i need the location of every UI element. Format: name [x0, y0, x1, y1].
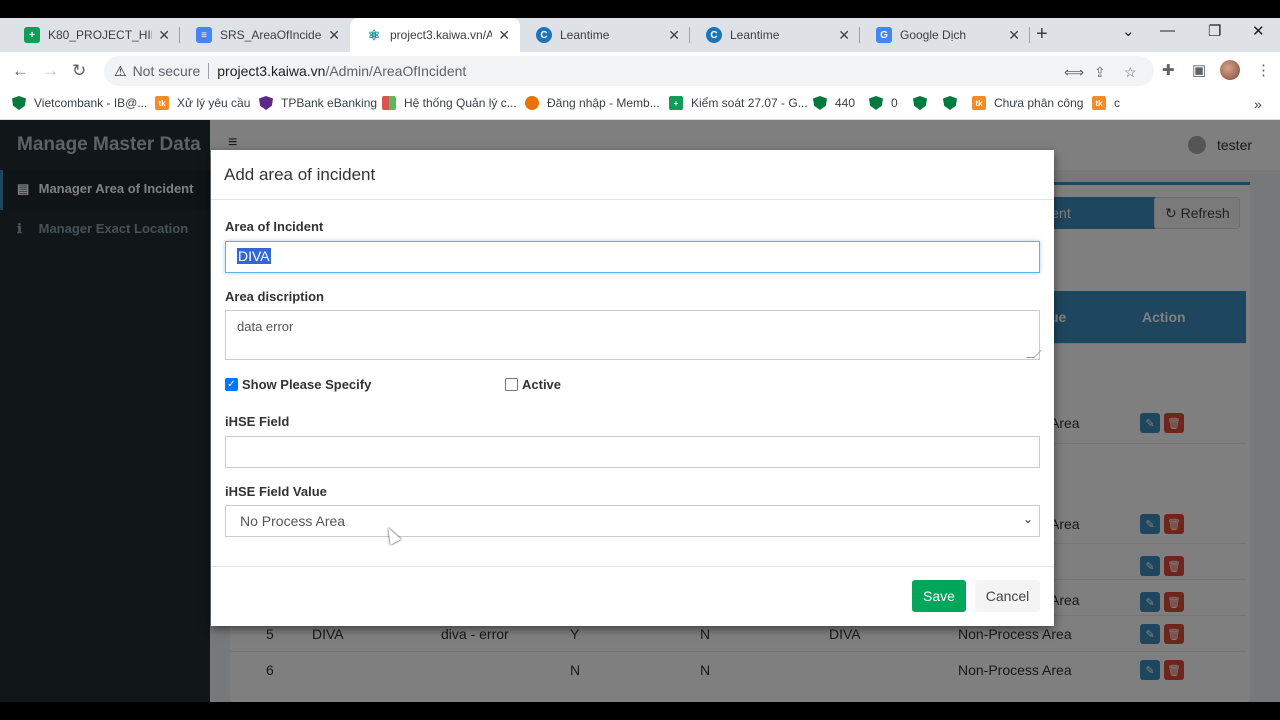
docs-icon: ≡ — [196, 27, 212, 43]
url-host: project3.kaiwa.vn — [217, 63, 326, 79]
tab-srs-area[interactable]: ≡ SRS_AreaOfIncident - ✕ — [180, 18, 350, 52]
bookmark-0[interactable]: 0 — [869, 96, 898, 110]
translate-page-icon[interactable]: ⟺ — [1064, 64, 1084, 81]
new-tab-button[interactable]: + — [1036, 23, 1048, 46]
tab-strip: + K80_PROJECT_HIEULN ✕ ≡ SRS_AreaOfIncid… — [0, 18, 1280, 52]
bookmark-vietcombank[interactable]: Vietcombank - IB@... — [12, 96, 147, 110]
modal-header: Add area of incident — [211, 150, 1054, 200]
screen: + K80_PROJECT_HIEULN ✕ ≡ SRS_AreaOfIncid… — [0, 0, 1280, 720]
bookmark-shield-1[interactable] — [913, 96, 935, 110]
modal-title: Add area of incident — [224, 165, 376, 184]
browser-tab-bar: + K80_PROJECT_HIEULN ✕ ≡ SRS_AreaOfIncid… — [0, 0, 1280, 52]
tab-title: Google Dịch — [900, 28, 967, 42]
tab-search-chevron-icon[interactable]: ⌄ — [1122, 22, 1135, 40]
ihse-field-value-label: iHSE Field Value — [225, 484, 327, 499]
shield-icon — [12, 96, 26, 110]
ihse-field-input[interactable] — [225, 436, 1040, 468]
ihse-field-value-select[interactable]: No Process Area ⌄ — [225, 505, 1040, 537]
tab-title: K80_PROJECT_HIEULN — [48, 28, 152, 42]
tab-title: Leantime — [730, 28, 780, 42]
translate-icon: G — [876, 27, 892, 43]
close-icon[interactable]: ✕ — [668, 27, 680, 44]
more-bookmarks-icon[interactable]: » — [1254, 96, 1262, 112]
warning-icon[interactable]: ⚠ — [114, 63, 127, 80]
reload-icon[interactable]: ↻ — [72, 61, 86, 81]
tab-google-dich[interactable]: G Google Dịch ✕ — [860, 18, 1030, 52]
bookmark-star-icon[interactable]: ☆ — [1124, 64, 1137, 81]
shield-icon — [813, 96, 827, 110]
react-icon: ⚛ — [366, 26, 382, 43]
save-button[interactable]: Save — [912, 580, 966, 612]
side-panel-icon[interactable]: ▣ — [1192, 61, 1206, 79]
tab-leantime-2[interactable]: C Leantime ✕ — [690, 18, 860, 52]
show-please-specify-checkbox[interactable]: ✓ — [225, 378, 238, 391]
kebab-menu-icon[interactable]: ⋮ — [1256, 61, 1271, 79]
sheets-icon: + — [24, 27, 40, 43]
back-arrow-icon[interactable]: ← — [12, 61, 29, 81]
area-description-label: Area discription — [225, 289, 324, 304]
tab-title: Leantime — [560, 28, 610, 42]
bookmark-c[interactable]: tk c — [1092, 96, 1120, 110]
bookmark-tpbank[interactable]: TPBank eBanking — [259, 96, 377, 110]
leantime-icon: C — [706, 27, 722, 43]
area-of-incident-input[interactable]: DIVA — [225, 241, 1040, 273]
tab-title: project3.kaiwa.vn/Adm — [390, 28, 493, 42]
bookmark-shield-2[interactable] — [943, 96, 965, 110]
share-icon[interactable]: ⇪ — [1094, 64, 1106, 81]
extensions-icon[interactable]: ✚ — [1162, 61, 1175, 79]
add-area-modal: Add area of incident Area of Incident DI… — [211, 150, 1054, 626]
ihse-field-value-selected: No Process Area — [240, 513, 346, 529]
bookmark-kiem-soat[interactable]: + Kiểm soát 27.07 - G... — [669, 96, 808, 110]
sheets-icon: + — [669, 96, 683, 110]
active-checkbox[interactable] — [505, 378, 518, 391]
show-please-specify-label[interactable]: Show Please Specify — [242, 377, 371, 392]
ihse-field-label: iHSE Field — [225, 414, 290, 429]
profile-avatar[interactable] — [1220, 60, 1240, 80]
area-of-incident-value: DIVA — [237, 248, 271, 264]
shield-icon — [259, 96, 273, 110]
browser-toolbar: ← → ↻ ⚠ Not secure project3.kaiwa.vn/Adm… — [0, 52, 1280, 90]
resize-grip-icon[interactable] — [1026, 350, 1042, 358]
address-bar[interactable]: ⚠ Not secure project3.kaiwa.vn/Admin/Are… — [104, 56, 1154, 86]
chevron-down-icon: ⌄ — [1022, 512, 1033, 526]
shield-icon — [943, 96, 957, 110]
cancel-button[interactable]: Cancel — [975, 580, 1040, 612]
app-icon: tk — [1092, 96, 1106, 110]
grid-icon — [382, 96, 396, 110]
close-icon[interactable]: ✕ — [328, 27, 340, 44]
url-path: /Admin/AreaOfIncident — [325, 63, 467, 79]
bookmarks-bar: Vietcombank - IB@... tk Xử lý yêu cầu TP… — [0, 90, 1280, 120]
forward-arrow-icon[interactable]: → — [42, 61, 59, 81]
area-of-incident-label: Area of Incident — [225, 219, 324, 234]
area-description-textarea[interactable]: data error — [225, 310, 1042, 360]
bookmark-dang-nhap[interactable]: Đăng nhập - Memb... — [525, 96, 660, 110]
active-label[interactable]: Active — [522, 377, 561, 392]
bookmark-xu-ly[interactable]: tk Xử lý yêu cầu — [155, 96, 250, 110]
bookmark-he-thong[interactable]: Hệ thống Quản lý c... — [382, 96, 517, 110]
close-icon[interactable]: ✕ — [838, 27, 850, 44]
not-secure-label[interactable]: Not secure — [133, 63, 201, 79]
app-icon — [525, 96, 539, 110]
tab-k80-project[interactable]: + K80_PROJECT_HIEULN ✕ — [8, 18, 180, 52]
close-icon[interactable]: ✕ — [1008, 27, 1020, 44]
close-icon[interactable]: ✕ — [498, 27, 510, 44]
tab-leantime-1[interactable]: C Leantime ✕ — [520, 18, 690, 52]
shield-icon — [913, 96, 927, 110]
bookmark-chua-phan-cong[interactable]: tk Chưa phân công — [972, 96, 1083, 110]
shield-icon — [869, 96, 883, 110]
window-close-icon[interactable]: ✕ — [1252, 22, 1265, 40]
restore-icon[interactable]: ❐ — [1208, 22, 1221, 40]
bookmark-440[interactable]: 440 — [813, 96, 855, 110]
minimize-icon[interactable]: — — [1160, 22, 1175, 39]
tab-title: SRS_AreaOfIncident - — [220, 28, 323, 42]
bottom-black-bar — [0, 702, 1280, 720]
leantime-icon: C — [536, 27, 552, 43]
area-description-value: data error — [237, 319, 294, 334]
app-icon: tk — [972, 96, 986, 110]
tab-project3-active[interactable]: ⚛ project3.kaiwa.vn/Adm ✕ — [350, 18, 520, 52]
app-icon: tk — [155, 96, 169, 110]
close-icon[interactable]: ✕ — [158, 27, 170, 44]
